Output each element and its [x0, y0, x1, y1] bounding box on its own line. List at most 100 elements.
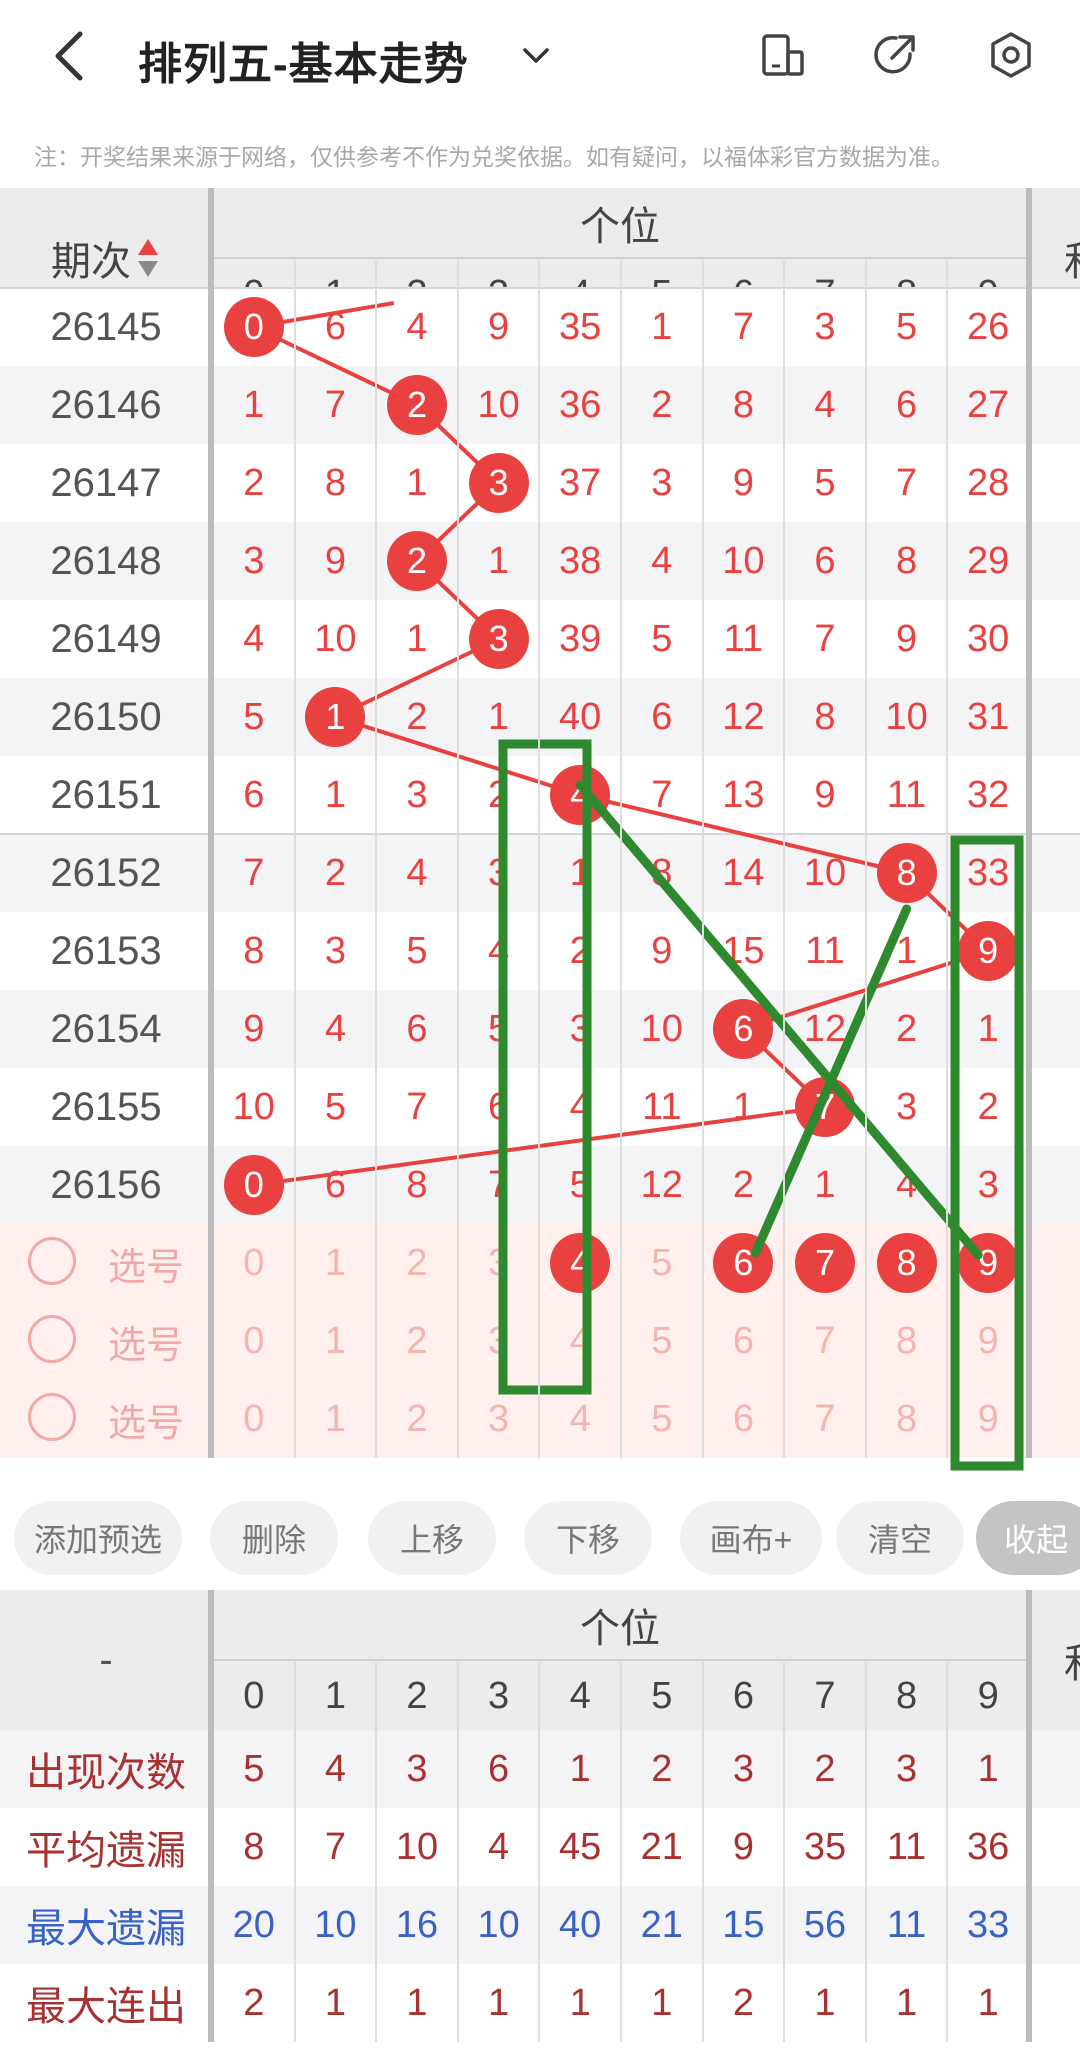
- stats-digit-header-8: 8: [896, 1674, 918, 1717]
- settings-icon[interactable]: [986, 30, 1036, 80]
- statistics-table: - 个位 和 0123456789出现次数5436123231平均遗漏87104…: [0, 1590, 1080, 2058]
- stats-digit-header-3: 3: [488, 1674, 510, 1717]
- stats-digit-header-2: 2: [406, 1674, 428, 1717]
- stats-column-divider: [864, 1662, 867, 2042]
- stats-digit-header-6: 6: [732, 1674, 754, 1717]
- stats-value: 45: [559, 1825, 602, 1868]
- stats-section-divider-right: [1026, 1590, 1032, 2042]
- stats-section-title: 个位: [580, 1607, 660, 1651]
- stats-value: 4: [324, 1747, 346, 1790]
- stats-column-divider: [620, 1662, 622, 2042]
- toolbar-button-6[interactable]: 收起: [976, 1501, 1080, 1575]
- back-chevron-icon[interactable]: [48, 28, 92, 84]
- stats-value: 35: [803, 1825, 847, 1868]
- stats-value: 10: [477, 1903, 520, 1946]
- disclaimer-text: 注：开奖结果来源于网络，仅供参考不作为兑奖依据。如有疑问，以福体彩官方数据为准。: [34, 144, 954, 170]
- stats-column-divider: [701, 1662, 704, 2042]
- stats-value: 1: [488, 1981, 510, 2024]
- stats-value: 10: [314, 1903, 357, 1946]
- phone-portrait-icon[interactable]: [758, 30, 808, 80]
- stats-value: 11: [886, 1903, 927, 1946]
- stats-value: 10: [395, 1825, 439, 1868]
- stats-digit-header-7: 7: [814, 1674, 836, 1717]
- toolbar-button-4[interactable]: 画布+: [680, 1501, 822, 1575]
- toolbar-button-2[interactable]: 上移: [368, 1501, 496, 1575]
- toolbar-button-0[interactable]: 添加预选: [14, 1501, 182, 1575]
- green-diagonal-line: [575, 780, 983, 1260]
- stats-column-divider: [783, 1662, 786, 2042]
- green-box-column-3-4: [498, 739, 592, 1395]
- stats-value: 2: [651, 1747, 673, 1790]
- stats-left-header: -: [99, 1637, 113, 1682]
- stats-section-divider-left: [208, 1590, 214, 2042]
- stats-column-divider: [375, 1662, 378, 2042]
- stats-value: 20: [232, 1903, 275, 1946]
- green-box-column-9: [950, 835, 1024, 1471]
- stats-value: 4: [488, 1825, 510, 1868]
- stats-digit-header-1: 1: [324, 1674, 346, 1717]
- action-toolbar: 添加预选 删除 上移 下移 画布+ 清空 收起: [0, 1486, 1080, 1590]
- stats-value: 1: [651, 1981, 673, 2024]
- stats-value: 56: [803, 1903, 847, 1946]
- column-divider: [538, 260, 541, 1458]
- stats-value: 40: [559, 1903, 602, 1946]
- stats-value: 36: [967, 1825, 1010, 1868]
- stats-value: 15: [722, 1903, 765, 1946]
- stats-value: 7: [324, 1825, 346, 1868]
- stats-value: 1: [569, 1747, 591, 1790]
- stats-value: 5: [243, 1747, 265, 1790]
- stats-header-divider: [212, 1659, 1028, 1661]
- stats-digit-header-4: 4: [569, 1674, 591, 1717]
- stats-value: 33: [967, 1903, 1010, 1946]
- green-cross-line: [750, 904, 912, 1258]
- stats-value: 3: [896, 1747, 918, 1790]
- stats-column-divider: [946, 1662, 949, 2042]
- stats-value: 3: [406, 1747, 428, 1790]
- stats-value: 2: [814, 1747, 836, 1790]
- stats-value: 21: [640, 1903, 683, 1946]
- stats-value: 2: [732, 1981, 754, 2024]
- stats-row-label: 最大遗漏: [26, 1907, 186, 1951]
- page-title[interactable]: 排列五-基本走势: [138, 28, 469, 92]
- stats-value: 1: [814, 1981, 836, 2024]
- stats-column-divider: [456, 1662, 459, 2042]
- section-divider-right: [1026, 188, 1032, 1458]
- stats-next-section-cutoff: 和: [1034, 1590, 1080, 1730]
- toolbar-button-5[interactable]: 清空: [836, 1501, 964, 1575]
- column-divider: [620, 260, 622, 1458]
- stats-value: 1: [977, 1747, 999, 1790]
- column-divider: [293, 260, 296, 1458]
- stats-value: 3: [732, 1747, 754, 1790]
- stats-value: 2: [243, 1981, 265, 2024]
- stats-value: 11: [886, 1825, 927, 1868]
- stats-value: 21: [640, 1825, 683, 1868]
- stats-value: 1: [569, 1981, 591, 2024]
- stats-column-divider: [538, 1662, 541, 2042]
- chevron-down-icon[interactable]: [520, 40, 552, 72]
- column-divider: [946, 260, 949, 1458]
- stats-value: 1: [324, 1981, 346, 2024]
- stats-value: 16: [395, 1903, 439, 1946]
- column-divider: [783, 260, 786, 1458]
- stats-value: 1: [406, 1981, 428, 2024]
- stats-digit-header-0: 0: [243, 1674, 265, 1717]
- stats-value: 6: [488, 1747, 510, 1790]
- toolbar-button-3[interactable]: 下移: [524, 1501, 652, 1575]
- share-icon[interactable]: [870, 30, 920, 80]
- column-divider: [701, 260, 704, 1458]
- top-app-bar: 排列五-基本走势: [0, 0, 1080, 115]
- stats-value: 1: [977, 1981, 999, 2024]
- stats-row-label: 出现次数: [26, 1751, 186, 1795]
- stats-value: 9: [732, 1825, 754, 1868]
- column-divider: [375, 260, 378, 1458]
- stats-value: 1: [896, 1981, 918, 2024]
- column-divider: [864, 260, 867, 1458]
- stats-column-divider: [293, 1662, 296, 2042]
- stats-row-label: 最大连出: [26, 1985, 186, 2029]
- trend-table: 期次 个位 和 0123456789 261456493517352626146…: [0, 188, 1080, 1486]
- stats-row-label: 平均遗漏: [26, 1829, 186, 1873]
- stats-digit-header-5: 5: [651, 1674, 673, 1717]
- toolbar-button-1[interactable]: 删除: [210, 1501, 338, 1575]
- section-divider-left: [208, 188, 214, 1458]
- stats-value: 8: [243, 1825, 265, 1868]
